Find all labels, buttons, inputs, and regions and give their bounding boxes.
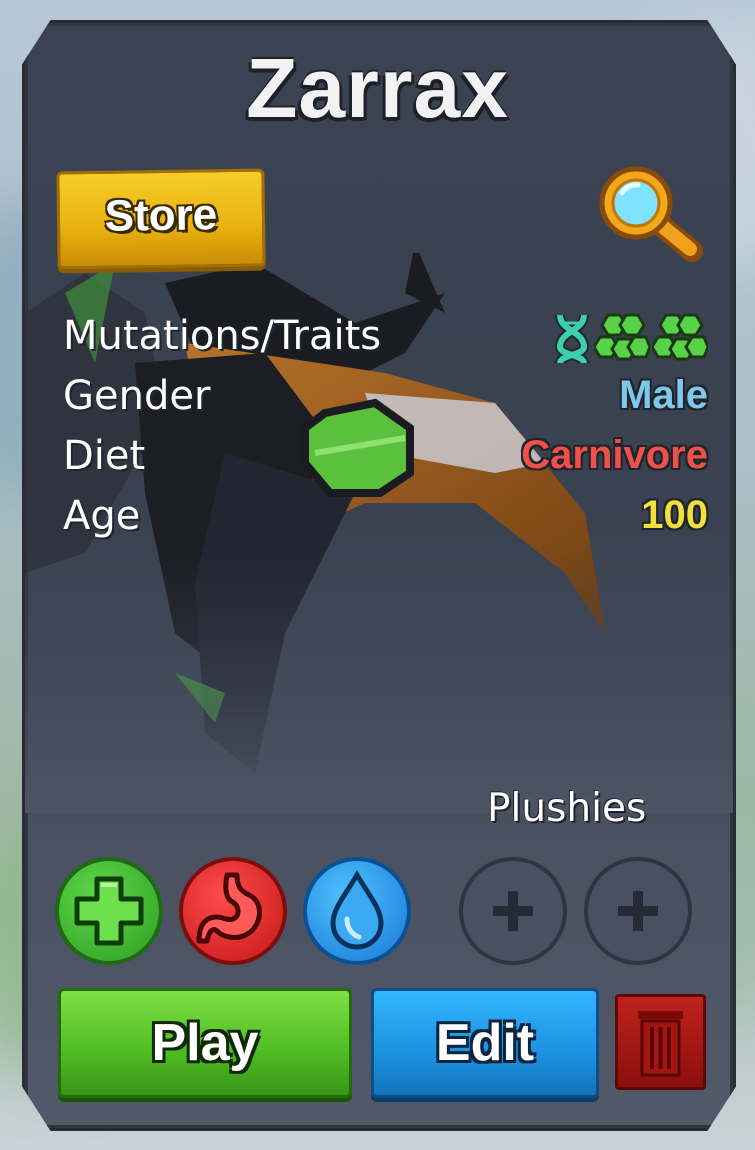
plushie-slot-2[interactable] bbox=[584, 857, 692, 965]
feed-button[interactable] bbox=[179, 857, 287, 965]
edit-button[interactable]: Edit bbox=[371, 988, 599, 1098]
edit-button-label: Edit bbox=[435, 1014, 535, 1072]
stat-value-gender: Male bbox=[619, 373, 708, 417]
stat-value-diet: Carnivore bbox=[521, 433, 708, 477]
store-button-label: Store bbox=[104, 190, 218, 241]
stat-row-gender: Gender Male bbox=[63, 373, 708, 433]
stat-label-age: Age bbox=[63, 493, 141, 539]
stat-label-traits: Mutations/Traits bbox=[63, 313, 382, 359]
mutation-cluster-icon[interactable] bbox=[652, 311, 708, 367]
plus-icon bbox=[618, 891, 658, 931]
stat-label-gender: Gender bbox=[63, 373, 211, 419]
magnifier-icon[interactable] bbox=[594, 163, 704, 263]
traits-icons bbox=[552, 311, 708, 367]
heal-button[interactable] bbox=[55, 857, 163, 965]
delete-button[interactable] bbox=[615, 994, 706, 1090]
store-button[interactable]: Store bbox=[56, 168, 266, 270]
stat-row-age: Age 100 bbox=[63, 493, 708, 553]
stat-value-age: 100 bbox=[641, 493, 708, 537]
plushies-label: Plushies bbox=[487, 786, 647, 831]
stat-label-diet: Diet bbox=[63, 433, 146, 479]
play-button-label: Play bbox=[151, 1014, 259, 1072]
stat-row-traits: Mutations/Traits bbox=[63, 313, 708, 373]
stat-row-diet: Diet Carnivore bbox=[63, 433, 708, 493]
stomach-icon bbox=[196, 872, 262, 944]
water-drop-icon bbox=[330, 870, 384, 950]
plushie-slot-1[interactable] bbox=[459, 857, 567, 965]
trash-icon bbox=[638, 1011, 683, 1077]
play-button[interactable]: Play bbox=[58, 988, 352, 1098]
mutation-cluster-icon[interactable] bbox=[594, 311, 650, 367]
water-button[interactable] bbox=[303, 857, 411, 965]
creature-name: Zarrax bbox=[246, 41, 509, 135]
plus-icon bbox=[493, 891, 533, 931]
dna-icon[interactable] bbox=[552, 311, 592, 367]
stats-panel: Mutations/Traits Gender Male Diet Carniv… bbox=[63, 313, 708, 553]
heal-plus-icon bbox=[74, 876, 144, 946]
